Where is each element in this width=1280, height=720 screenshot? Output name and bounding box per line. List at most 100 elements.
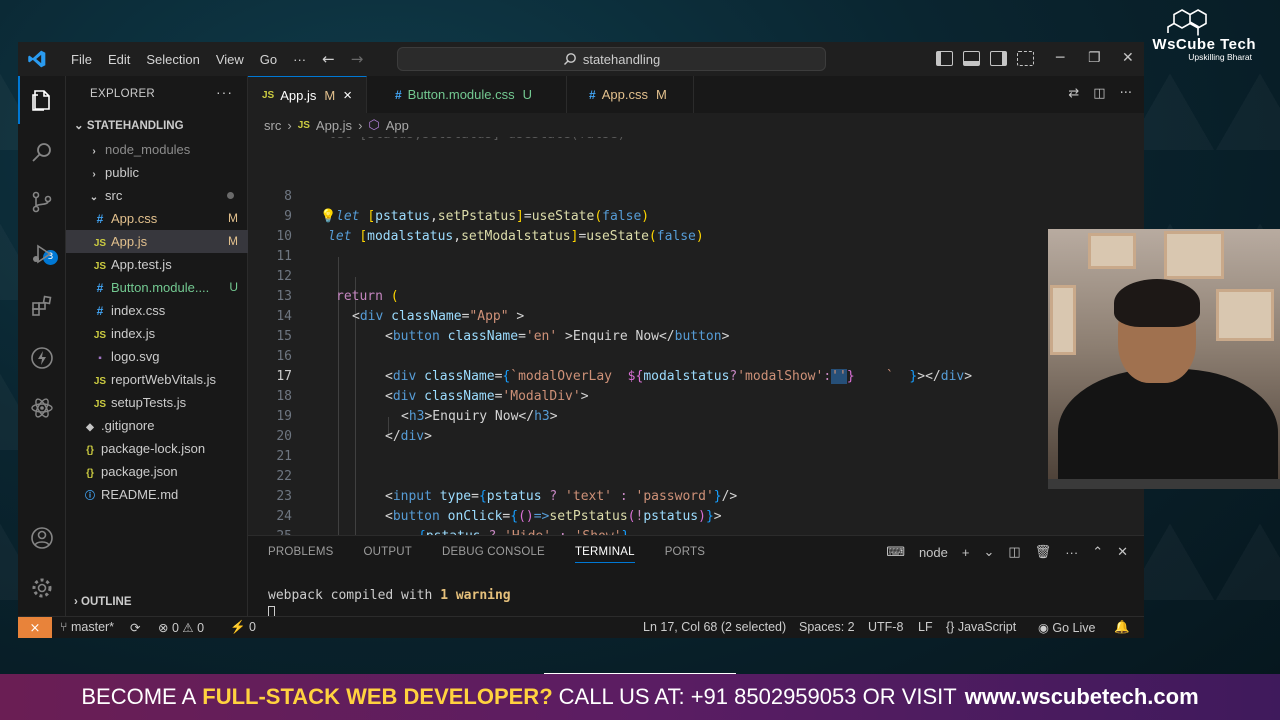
panel-tab-output[interactable]: OUTPUT: [364, 546, 412, 563]
tree-item-src[interactable]: ⌄ src: [66, 184, 248, 207]
code-line: 20 </div>: [248, 427, 1144, 447]
tree-item-readme[interactable]: ⓘ README.md: [66, 483, 248, 506]
workspace-root[interactable]: ⌄ STATEHANDLING: [74, 118, 184, 132]
new-terminal-icon[interactable]: +: [962, 545, 970, 560]
extensions-icon[interactable]: [30, 294, 54, 318]
account-icon[interactable]: [30, 526, 54, 550]
menu-file[interactable]: File: [63, 52, 100, 67]
breadcrumb-symbol[interactable]: App: [386, 118, 409, 133]
more-actions-icon[interactable]: ···: [1065, 545, 1078, 560]
outline-section[interactable]: › OUTLINE: [74, 596, 132, 608]
warning-icon: ⚠: [182, 621, 198, 635]
tree-item-app-css[interactable]: # App.css M: [66, 207, 248, 230]
branch-name: master*: [70, 620, 115, 634]
language-mode[interactable]: {} JavaScript: [946, 620, 1016, 634]
code-text: <div className='ModalDiv'>: [385, 389, 589, 404]
run-debug-icon[interactable]: [30, 242, 54, 266]
panel-tab-terminal[interactable]: TERMINAL: [574, 546, 635, 563]
restore-icon[interactable]: ❐: [1088, 50, 1101, 66]
chevron-down-icon[interactable]: ⌄: [983, 544, 994, 560]
tree-item-index-js[interactable]: JS index.js: [66, 322, 248, 345]
compare-changes-icon[interactable]: ⇄: [1068, 86, 1079, 101]
more-actions-icon[interactable]: ···: [1120, 86, 1132, 101]
split-editor-icon[interactable]: ◫: [1093, 86, 1105, 101]
line-number: 24: [276, 509, 292, 524]
settings-gear-icon[interactable]: [30, 576, 54, 600]
tree-item-report-web-vitals[interactable]: JS reportWebVitals.js: [66, 368, 248, 391]
tree-item-gitignore[interactable]: ◆ .gitignore: [66, 414, 248, 437]
search-view-icon[interactable]: [30, 140, 54, 164]
panel-tab-problems[interactable]: PROBLEMS: [268, 546, 334, 563]
close-window-icon[interactable]: ✕: [1122, 50, 1134, 66]
tree-item-node-modules[interactable]: › node_modules: [66, 138, 248, 161]
tree-item-logo-svg[interactable]: ▪ logo.svg: [66, 345, 248, 368]
sync-icon[interactable]: ⟳: [130, 620, 140, 635]
tab-button-module-css[interactable]: # Button.module.css U: [367, 76, 568, 113]
tab-app-css[interactable]: # App.css M: [567, 76, 694, 113]
code-text: <button className='en' >Enquire Now</but…: [385, 329, 730, 344]
git-file-icon: ◆: [86, 422, 94, 433]
tree-item-public[interactable]: › public: [66, 161, 248, 184]
toggle-sidebar-icon[interactable]: [936, 51, 953, 66]
toggle-secondary-sidebar-icon[interactable]: [990, 51, 1007, 66]
panel-tab-debug-console[interactable]: DEBUG CONSOLE: [442, 546, 545, 563]
indentation[interactable]: Spaces: 2: [799, 620, 855, 634]
close-panel-icon[interactable]: ✕: [1117, 544, 1128, 560]
code-line: 8: [248, 187, 1144, 207]
banner-url[interactable]: www.wscubetech.com: [965, 684, 1199, 710]
tree-label: node_modules: [105, 142, 191, 157]
menu-selection[interactable]: Selection: [138, 52, 207, 67]
outline-label: OUTLINE: [81, 596, 132, 608]
line-number: 16: [276, 349, 292, 364]
thunder-client-icon[interactable]: [30, 346, 54, 370]
breadcrumb-folder[interactable]: src: [264, 118, 281, 133]
tab-app-js[interactable]: JS App.js M ×: [248, 76, 367, 113]
remote-indicator-icon[interactable]: ⨯: [18, 617, 52, 638]
menu-go[interactable]: Go: [252, 52, 285, 67]
customize-layout-icon[interactable]: [1017, 51, 1034, 66]
tree-item-package-json[interactable]: {} package.json: [66, 460, 248, 483]
line-number: 21: [276, 449, 292, 464]
react-icon[interactable]: [30, 396, 54, 420]
notifications-bell-icon[interactable]: 🔔: [1114, 620, 1130, 635]
branch-status[interactable]: ⑂ master*: [60, 620, 114, 634]
explorer-icon[interactable]: [30, 88, 54, 112]
brand-name: WsCube Tech: [1152, 36, 1256, 53]
cursor-position[interactable]: Ln 17, Col 68 (2 selected): [643, 620, 786, 634]
lightbulb-icon[interactable]: 💡: [320, 207, 336, 227]
forward-arrow-icon[interactable]: →: [351, 50, 364, 68]
code-editor[interactable]: let [status,setstatus]=useState(false) 8…: [248, 137, 1144, 535]
tree-item-app-test-js[interactable]: JS App.test.js: [66, 253, 248, 276]
minimize-icon[interactable]: ─: [1056, 50, 1064, 66]
end-of-line[interactable]: LF: [918, 620, 933, 634]
command-center-search[interactable]: statehandling: [397, 47, 826, 71]
go-live-button[interactable]: ◉ Go Live: [1038, 620, 1095, 635]
ports-status[interactable]: ⚡ 0: [230, 620, 256, 635]
close-tab-icon[interactable]: ×: [343, 87, 352, 104]
breadcrumb-file[interactable]: App.js: [316, 118, 352, 133]
toggle-panel-icon[interactable]: [963, 51, 980, 66]
braces-icon: {}: [946, 620, 958, 634]
tree-item-button-module-css[interactable]: # Button.module.... U: [66, 276, 248, 299]
trash-icon[interactable]: 🗑: [1035, 544, 1052, 560]
tree-item-setup-tests[interactable]: JS setupTests.js: [66, 391, 248, 414]
breadcrumb-separator: ›: [358, 117, 363, 133]
terminal-name[interactable]: node: [919, 545, 948, 560]
explorer-more-button[interactable]: ···: [216, 84, 233, 100]
tree-item-index-css[interactable]: # index.css: [66, 299, 248, 322]
tree-item-package-lock[interactable]: {} package-lock.json: [66, 437, 248, 460]
split-terminal-icon[interactable]: ◫: [1008, 544, 1020, 560]
menu-edit[interactable]: Edit: [100, 52, 138, 67]
problems-status[interactable]: ⊗ 0 ⚠ 0: [158, 620, 204, 635]
menu-view[interactable]: View: [208, 52, 252, 67]
back-arrow-icon[interactable]: ←: [322, 50, 335, 68]
code-line: 24 <button onClick={()=>setPstatus(!pstat…: [248, 507, 1144, 527]
code-line: 12: [248, 267, 1144, 287]
menu-more[interactable]: ···: [285, 52, 314, 67]
tree-item-app-js[interactable]: JS App.js M: [66, 230, 248, 253]
source-control-icon[interactable]: [30, 190, 54, 214]
tree-label: App.test.js: [111, 257, 172, 272]
maximize-panel-icon[interactable]: ⌃: [1092, 544, 1103, 560]
panel-tab-ports[interactable]: PORTS: [665, 546, 705, 563]
encoding[interactable]: UTF-8: [868, 620, 903, 634]
